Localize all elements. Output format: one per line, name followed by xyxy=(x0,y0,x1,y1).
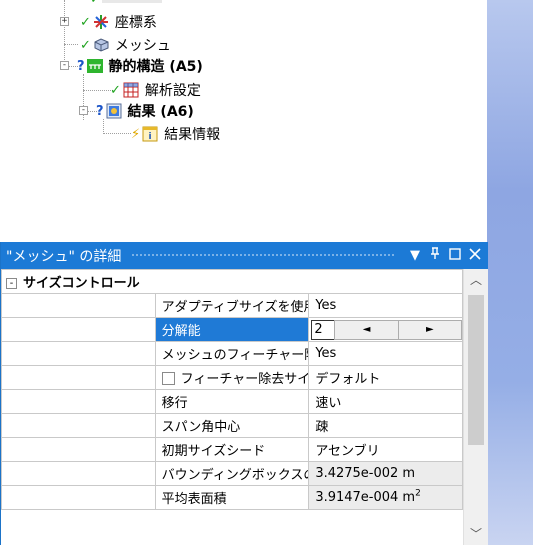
right-arrow-icon: ► xyxy=(426,324,434,335)
property-value[interactable]: Yes xyxy=(308,341,463,366)
property-value: 3.4275e-002 m xyxy=(308,461,463,486)
property-value[interactable]: Yes xyxy=(308,293,463,318)
expand-toggle[interactable]: + xyxy=(60,17,69,26)
property-row[interactable]: スパン角中心 疎 xyxy=(1,413,463,438)
parameter-checkbox[interactable] xyxy=(161,372,175,385)
property-value[interactable]: 疎 xyxy=(308,413,463,438)
maximize-icon[interactable] xyxy=(445,247,465,264)
property-row[interactable]: 初期サイズシード アセンブリ xyxy=(1,437,463,462)
outline-tree: ✓ + ✓ 座標系 ✓ メッシュ - ? 静的構造 (A5) ✓ xyxy=(0,0,487,237)
resolution-input[interactable]: 2 xyxy=(311,319,336,340)
resolution-spinner[interactable]: 2 ◄ ► xyxy=(308,317,463,342)
property-name: フィーチャー除去サイズ xyxy=(180,372,309,387)
lightning-icon: ⚡ xyxy=(131,126,141,142)
property-row-readonly: バウンディングボックスの対角... 3.4275e-002 m xyxy=(1,461,463,486)
property-name: アダプティブサイズを使用 xyxy=(154,293,310,318)
question-mark-icon: ? xyxy=(96,103,104,119)
property-value[interactable]: アセンブリ xyxy=(308,437,463,462)
question-mark-icon: ? xyxy=(77,58,85,74)
scroll-down-icon[interactable]: ﹀ xyxy=(464,523,488,545)
category-label: サイズコントロール xyxy=(23,276,140,291)
tree-guide xyxy=(103,133,131,134)
property-name: バウンディングボックスの対角... xyxy=(154,461,310,486)
check-icon: ✓ xyxy=(80,37,91,53)
property-row[interactable]: メッシュのフィーチャー除去 Yes xyxy=(1,341,463,366)
tree-guide xyxy=(64,0,65,60)
property-value[interactable]: 速い xyxy=(308,389,463,414)
left-arrow-icon: ◄ xyxy=(362,324,371,335)
details-title: "メッシュ" の詳細 xyxy=(6,248,122,265)
property-row[interactable]: アダプティブサイズを使用 Yes xyxy=(1,293,463,318)
vertical-scrollbar[interactable]: ︿ ﹀ xyxy=(463,269,488,545)
pin-icon[interactable] xyxy=(425,247,445,264)
check-icon: ✓ xyxy=(110,82,121,98)
info-icon: i xyxy=(141,126,159,142)
tree-item-label: 座標系 xyxy=(114,15,157,31)
tree-item-label: 静的構造 (A5) xyxy=(108,59,203,75)
category-row[interactable]: - サイズコントロール xyxy=(1,269,463,294)
property-row[interactable]: 移行 速い xyxy=(1,389,463,414)
tree-item-label: 結果情報 xyxy=(164,127,221,143)
scroll-up-icon[interactable]: ︿ xyxy=(464,269,488,291)
analysis-settings-icon xyxy=(122,82,140,98)
solution-icon xyxy=(105,103,123,119)
drag-grip[interactable] xyxy=(131,253,395,258)
check-icon: ✓ xyxy=(90,0,101,7)
property-name: 移行 xyxy=(154,389,310,414)
details-grid: - サイズコントロール アダプティブサイズを使用 Yes 分解能 2 ◄ ► メッ… xyxy=(1,269,463,510)
tree-guide xyxy=(83,90,111,91)
static-structural-icon xyxy=(86,58,104,74)
property-row-selected[interactable]: 分解能 2 ◄ ► xyxy=(1,317,463,342)
tree-item-solution-information[interactable]: ⚡ i 結果情報 xyxy=(131,124,220,144)
property-name: スパン角中心 xyxy=(154,413,310,438)
property-name: 平均表面積 xyxy=(154,485,310,510)
svg-text:i: i xyxy=(149,132,152,142)
tree-guide xyxy=(64,44,78,45)
tree-item-mesh[interactable]: ✓ メッシュ xyxy=(80,35,171,55)
resolution-value: 2 xyxy=(314,322,323,337)
chevron-down-icon[interactable]: ▼ xyxy=(405,248,425,263)
property-name: 分解能 xyxy=(154,317,310,342)
tree-item-label: メッシュ xyxy=(114,38,171,54)
collapse-icon[interactable]: - xyxy=(6,278,17,289)
background-gradient xyxy=(487,0,533,545)
cut-off-row xyxy=(101,0,162,3)
tree-guide xyxy=(103,119,104,134)
scroll-thumb[interactable] xyxy=(468,295,484,445)
property-row-readonly: 平均表面積 3.9147e-004 m2 xyxy=(1,485,463,510)
coordinate-system-icon xyxy=(92,14,110,30)
property-name: メッシュのフィーチャー除去 xyxy=(154,341,310,366)
collapse-toggle[interactable]: - xyxy=(79,106,88,115)
details-panel: "メッシュ" の詳細 ▼ - サイズコントロール アダプティブサイズを使用 Yes… xyxy=(0,242,488,545)
property-value: 3.9147e-004 m xyxy=(315,490,416,505)
tree-item-coordinate-systems[interactable]: ✓ 座標系 xyxy=(80,12,157,32)
decrement-button[interactable]: ◄ xyxy=(334,319,399,340)
tree-item-analysis-settings[interactable]: ✓ 解析設定 xyxy=(110,80,201,100)
check-icon: ✓ xyxy=(80,14,91,30)
property-row[interactable]: フィーチャー除去サイズ デフォルト xyxy=(1,365,463,390)
details-header: "メッシュ" の詳細 ▼ xyxy=(1,242,488,269)
tree-item-partial: ✓ xyxy=(90,0,162,9)
tree-item-static-structural[interactable]: ? 静的構造 (A5) xyxy=(77,56,203,76)
unit-superscript: 2 xyxy=(415,488,421,499)
collapse-toggle[interactable]: - xyxy=(60,61,69,70)
tree-item-label: 結果 (A6) xyxy=(127,104,194,120)
close-icon[interactable] xyxy=(465,247,485,264)
mesh-icon xyxy=(92,37,110,53)
tree-item-label: 解析設定 xyxy=(144,83,201,99)
property-name: 初期サイズシード xyxy=(154,437,310,462)
increment-button[interactable]: ► xyxy=(397,319,462,340)
tree-item-solution[interactable]: ? 結果 (A6) xyxy=(96,101,194,121)
property-value[interactable]: デフォルト xyxy=(308,365,463,390)
